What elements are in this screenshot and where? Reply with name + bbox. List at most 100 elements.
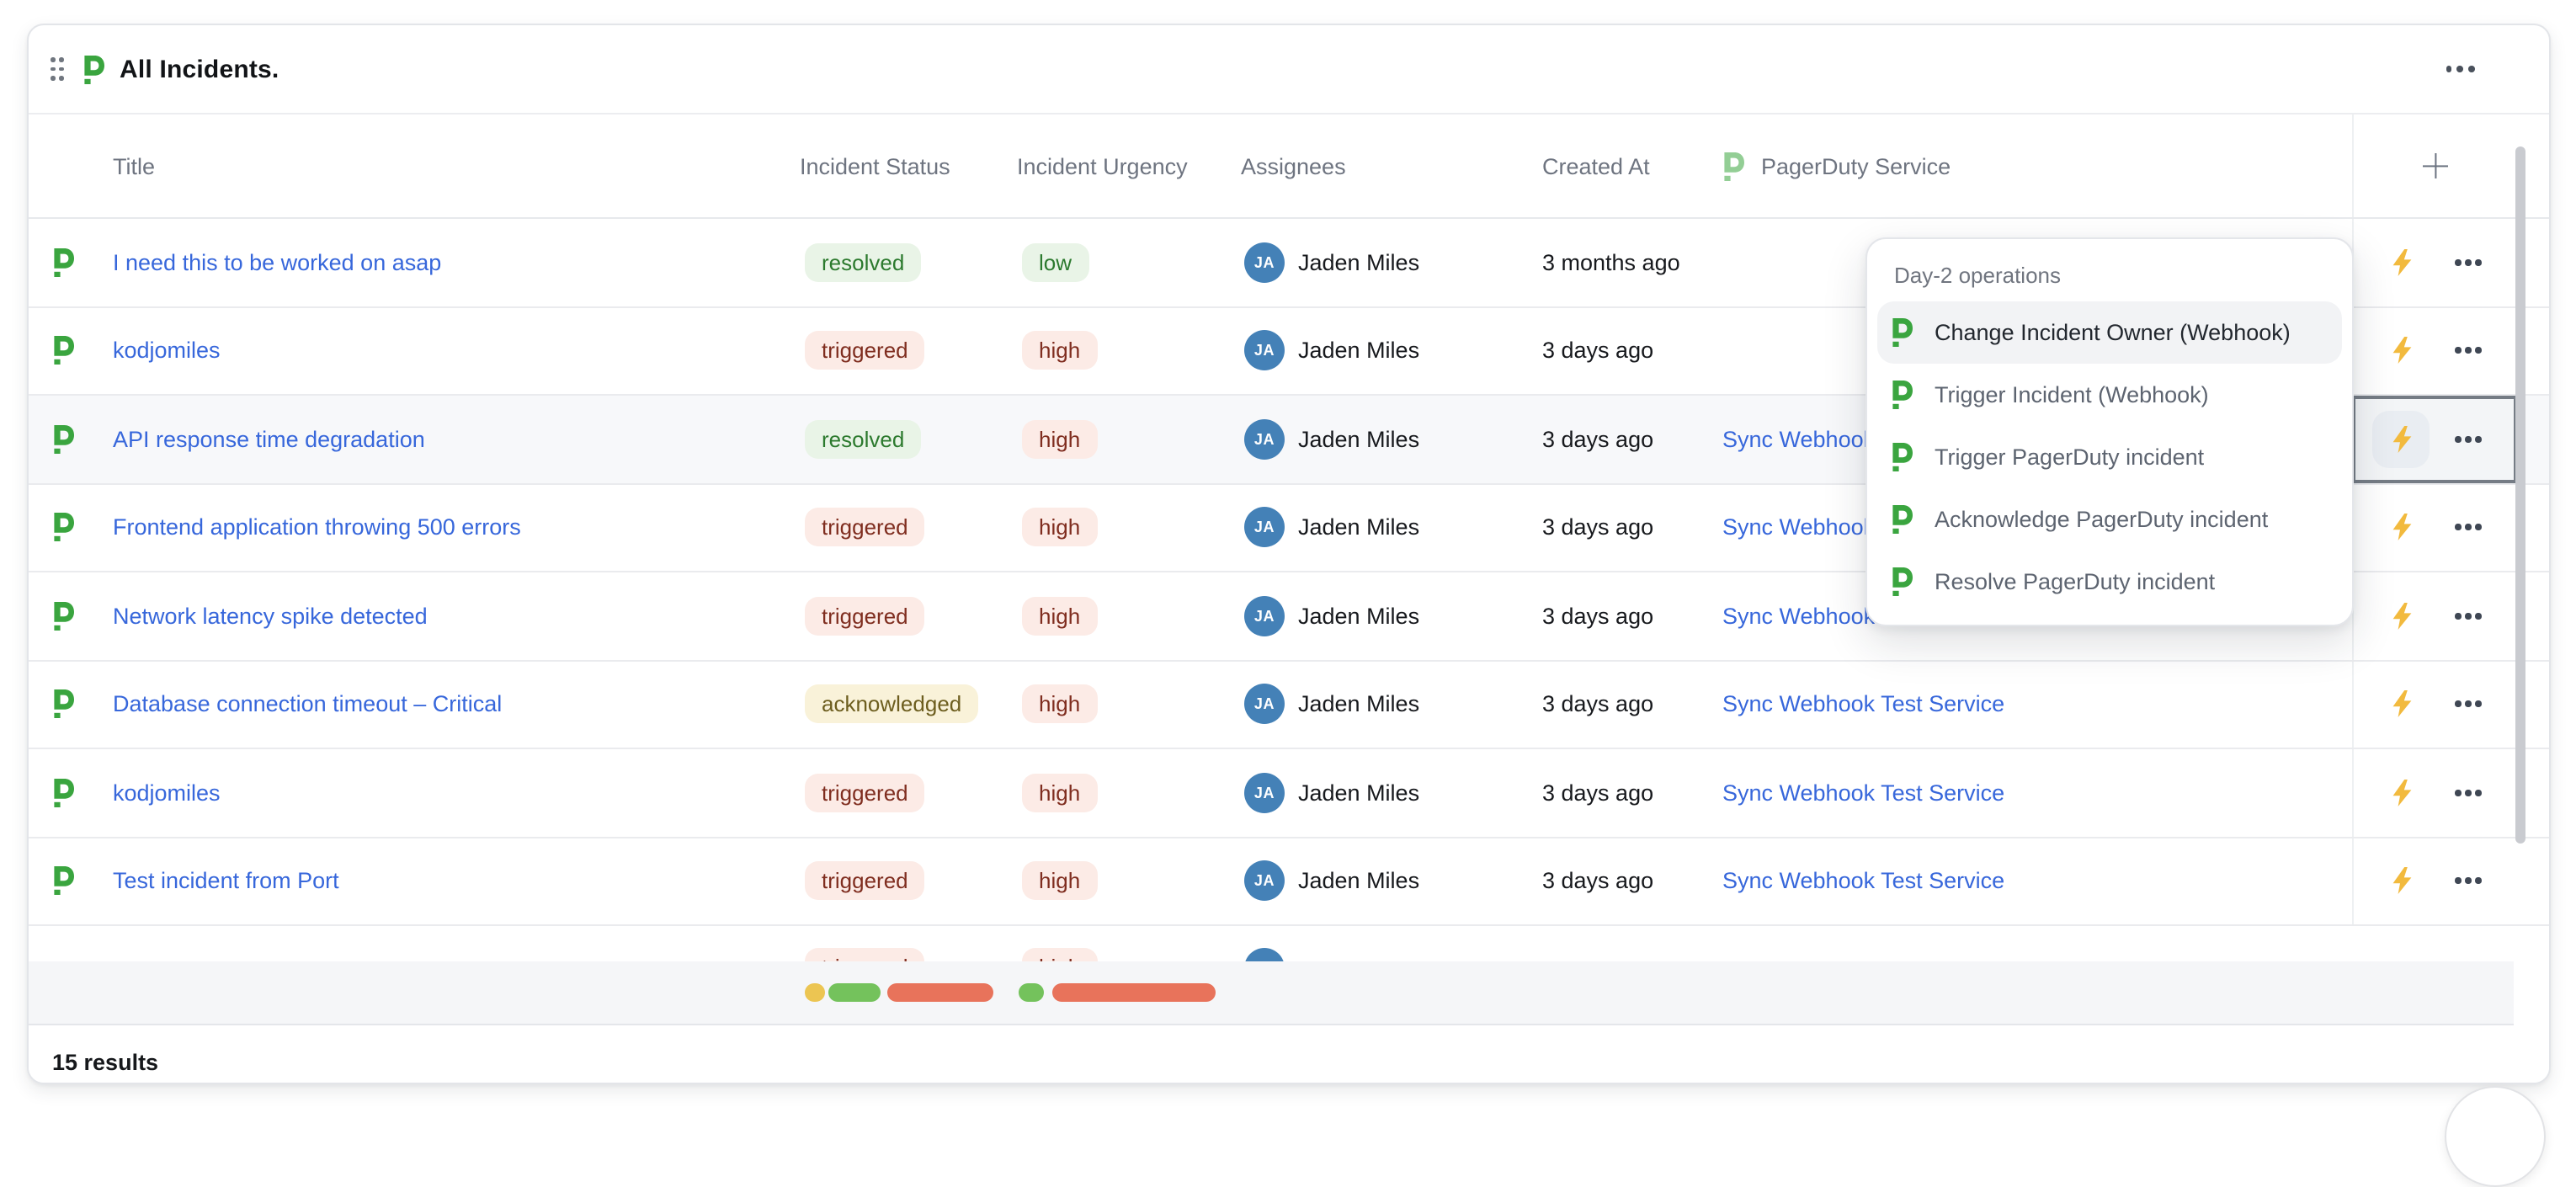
row-menu-button[interactable] bbox=[2451, 516, 2485, 539]
row-actions-cell bbox=[2352, 396, 2517, 482]
page: All Incidents. Title Incident Status Inc… bbox=[0, 0, 2576, 1093]
assignee-name: Jaden Miles bbox=[1298, 692, 1419, 717]
created-at: 3 days ago bbox=[1542, 780, 1653, 806]
row-menu-button[interactable] bbox=[2451, 251, 2485, 274]
row-actions-cell bbox=[2352, 484, 2517, 571]
lightning-bolt-icon bbox=[2390, 780, 2412, 806]
column-header-assignees[interactable]: Assignees bbox=[1241, 153, 1346, 178]
column-header-created[interactable]: Created At bbox=[1542, 153, 1650, 178]
menu-item[interactable]: Trigger PagerDuty incident bbox=[1877, 426, 2342, 488]
incident-title-link[interactable]: API response time degradation bbox=[113, 427, 425, 452]
pagerduty-logo-icon bbox=[52, 248, 74, 277]
page-title: All Incidents. bbox=[120, 55, 279, 83]
table-row[interactable]: kodjomiles triggered high JA Jaden Miles… bbox=[29, 749, 2549, 838]
column-header-service[interactable]: PagerDuty Service bbox=[1722, 152, 1951, 180]
lightning-bolt-icon bbox=[2390, 514, 2412, 541]
status-badge: triggered bbox=[805, 597, 925, 636]
incident-title-link[interactable]: Frontend application throwing 500 errors bbox=[113, 515, 521, 540]
run-action-button[interactable] bbox=[2372, 322, 2430, 380]
add-column-button[interactable] bbox=[2352, 114, 2517, 217]
floating-widget-button[interactable] bbox=[2445, 1086, 2546, 1187]
run-action-button[interactable] bbox=[2372, 411, 2430, 468]
summary-pill bbox=[1019, 983, 1044, 1002]
assignee-name: Jaden Miles bbox=[1298, 515, 1419, 540]
assignee-name: Jaden Miles bbox=[1298, 427, 1419, 452]
pagerduty-service-link[interactable]: Sync Webhook Test Service bbox=[1722, 692, 2004, 717]
incident-title-link[interactable]: Network latency spike detected bbox=[113, 604, 428, 629]
pagerduty-service-link[interactable]: Sync Webhook Test Service bbox=[1722, 780, 2004, 806]
status-badge: triggered bbox=[805, 774, 925, 812]
column-header-title[interactable]: Title bbox=[113, 153, 155, 178]
run-action-button[interactable] bbox=[2372, 676, 2430, 733]
run-action-button[interactable] bbox=[2372, 588, 2430, 645]
avatar: JA bbox=[1244, 948, 1285, 961]
column-header-urgency[interactable]: Incident Urgency bbox=[1017, 153, 1188, 178]
run-action-button[interactable] bbox=[2372, 234, 2430, 291]
column-header-status[interactable]: Incident Status bbox=[800, 153, 950, 178]
incident-title-link[interactable]: kodjomiles bbox=[113, 338, 221, 364]
row-menu-button[interactable] bbox=[2451, 428, 2485, 450]
avatar: JA bbox=[1244, 508, 1285, 548]
created-at: 3 days ago bbox=[1542, 427, 1653, 452]
table-row[interactable]: Test incident from Port triggered high J… bbox=[29, 838, 2549, 926]
incident-title-link[interactable]: I need this to be worked on asap bbox=[113, 250, 441, 275]
row-actions-cell bbox=[2352, 749, 2517, 836]
results-count: 15 results bbox=[52, 1050, 158, 1075]
menu-item-label: Change Incident Owner (Webhook) bbox=[1935, 320, 2291, 345]
created-at: 3 days ago bbox=[1542, 869, 1653, 894]
status-badge: resolved bbox=[805, 243, 921, 282]
widget-menu-button[interactable] bbox=[2442, 56, 2478, 83]
pagerduty-logo-icon bbox=[52, 779, 74, 807]
menu-item[interactable]: Change Incident Owner (Webhook) bbox=[1877, 301, 2342, 364]
run-action-button[interactable] bbox=[2372, 853, 2430, 910]
menu-item[interactable]: Resolve PagerDuty incident bbox=[1877, 551, 2342, 613]
assignee-name: Jaden Miles bbox=[1298, 869, 1419, 894]
urgency-badge: high bbox=[1022, 948, 1097, 961]
row-menu-button[interactable] bbox=[2451, 339, 2485, 362]
urgency-badge: high bbox=[1022, 597, 1097, 636]
run-action-button[interactable] bbox=[2372, 764, 2430, 822]
pagerduty-logo-icon bbox=[52, 867, 74, 896]
lightning-bolt-icon bbox=[2390, 868, 2412, 895]
pagerduty-logo-icon bbox=[1722, 152, 1744, 180]
incident-title-link[interactable]: kodjomiles bbox=[113, 780, 221, 806]
summary-pill bbox=[805, 983, 825, 1002]
row-menu-button[interactable] bbox=[2451, 870, 2485, 892]
created-at: 3 days ago bbox=[1542, 515, 1653, 540]
incident-title-link[interactable]: Test incident from Port bbox=[113, 869, 339, 894]
run-action-button[interactable] bbox=[2372, 499, 2430, 556]
pagerduty-logo-icon bbox=[1891, 505, 1913, 534]
avatar: JA bbox=[1244, 242, 1285, 283]
pagerduty-logo-icon bbox=[52, 337, 74, 365]
lightning-bolt-icon bbox=[2390, 249, 2412, 276]
pagerduty-service-link[interactable]: Sync Webhook Test Service bbox=[1722, 869, 2004, 894]
created-at: 3 days ago bbox=[1542, 338, 1653, 364]
scrollbar-gutter bbox=[2514, 961, 2549, 1025]
urgency-badge: high bbox=[1022, 862, 1097, 901]
plus-icon bbox=[2423, 153, 2448, 178]
urgency-badge: high bbox=[1022, 332, 1097, 370]
menu-item-label: Acknowledge PagerDuty incident bbox=[1935, 507, 2268, 532]
table-header-row: Title Incident Status Incident Urgency A… bbox=[29, 113, 2549, 219]
status-badge: triggered bbox=[805, 948, 925, 961]
row-actions-cell bbox=[2352, 838, 2517, 924]
vertical-scrollbar[interactable] bbox=[2515, 146, 2525, 844]
menu-item[interactable]: Trigger Incident (Webhook) bbox=[1877, 364, 2342, 426]
created-at: 3 days ago bbox=[1542, 604, 1653, 629]
row-menu-button[interactable] bbox=[2451, 693, 2485, 716]
row-menu-button[interactable] bbox=[2451, 781, 2485, 804]
row-menu-button[interactable] bbox=[2451, 604, 2485, 627]
status-badge: triggered bbox=[805, 332, 925, 370]
menu-item[interactable]: Acknowledge PagerDuty incident bbox=[1877, 488, 2342, 551]
summary-pill bbox=[1052, 983, 1216, 1002]
urgency-badge: high bbox=[1022, 508, 1097, 547]
assignee-name: Jaden Miles bbox=[1298, 338, 1419, 364]
urgency-badge: low bbox=[1022, 243, 1088, 282]
drag-handle-icon[interactable] bbox=[44, 51, 71, 88]
menu-item-label: Resolve PagerDuty incident bbox=[1935, 569, 2215, 594]
incident-title-link[interactable]: Database connection timeout – Critical bbox=[113, 692, 502, 717]
table-row[interactable]: Database connection timeout – Critical a… bbox=[29, 661, 2549, 749]
row-actions-cell bbox=[2352, 219, 2517, 306]
table-row-partial: triggered high JA bbox=[29, 926, 2549, 961]
pagerduty-logo-icon bbox=[52, 602, 74, 631]
